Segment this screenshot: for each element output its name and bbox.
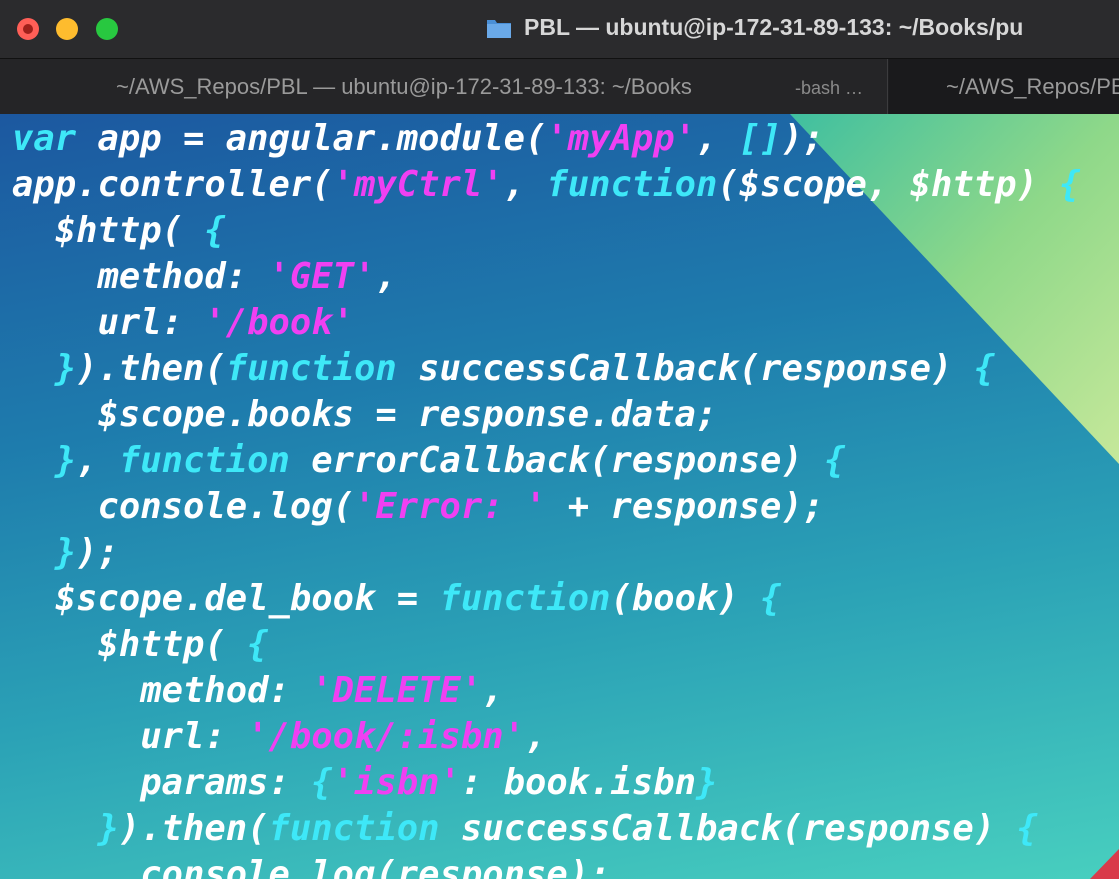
code-token: function [225, 348, 397, 389]
tab-bar: ~/AWS_Repos/PBL — ubuntu@ip-172-31-89-13… [0, 58, 1119, 115]
code-line: }).then(function successCallback(respons… [12, 806, 1081, 852]
code-token: ); [781, 118, 825, 159]
code-token: function [118, 440, 290, 481]
code-line: }); [12, 530, 1081, 576]
code-line: console.log('Error: ' + response); [12, 484, 1081, 530]
code-line: app.controller('myCtrl', function($scope… [12, 162, 1081, 208]
code-token: { [824, 440, 846, 481]
tab-pbl[interactable]: ~/AWS_Repos/PBL [889, 59, 1119, 115]
code-token: ).then( [118, 808, 269, 849]
title-bar: PBL — ubuntu@ip-172-31-89-133: ~/Books/p… [0, 0, 1119, 58]
tab-pbl-ubuntu[interactable]: ~/AWS_Repos/PBL — ubuntu@ip-172-31-89-13… [0, 59, 888, 115]
tab-label: ~/AWS_Repos/PBL — ubuntu@ip-172-31-89-13… [116, 74, 692, 99]
code-token: 'DELETE' [311, 670, 483, 711]
window-title: PBL — ubuntu@ip-172-31-89-133: ~/Books/p… [524, 14, 1024, 40]
code-token: 'isbn' [332, 762, 461, 803]
code-token: console.log(response); [12, 854, 611, 879]
code-token: } [54, 532, 77, 573]
code-listing: var app = angular.module('myApp', []); ap… [12, 116, 1081, 879]
code-line: }, function errorCallback(response) { [12, 438, 1081, 484]
code-token: { [1059, 164, 1081, 205]
code-token: , [76, 440, 119, 481]
code-token: , [524, 716, 547, 757]
code-token: { [311, 762, 333, 803]
code-token: successCallback(response) [439, 808, 1017, 849]
code-token: ($scope, $http) [717, 164, 1060, 205]
code-token: { [973, 348, 996, 389]
code-token: (book) [610, 578, 761, 619]
code-token: 'myCtrl' [332, 164, 504, 205]
code-token: } [97, 808, 119, 849]
code-line: $http( { [12, 208, 1081, 254]
code-token: , [695, 118, 739, 159]
code-token: { [760, 578, 782, 619]
code-token: { [1016, 808, 1038, 849]
code-token: $scope.books = response.data; [12, 394, 718, 435]
code-line: $scope.books = response.data; [12, 392, 1081, 438]
minimize-button[interactable] [56, 18, 78, 40]
tab-label: ~/AWS_Repos/PBL [946, 74, 1119, 99]
code-line: }).then(function successCallback(respons… [12, 346, 1081, 392]
code-token: url: [12, 302, 205, 343]
terminal-content[interactable]: var app = angular.module('myApp', []); ap… [0, 114, 1119, 879]
code-token: { [247, 624, 269, 665]
code-token: 'GET' [268, 256, 376, 297]
code-token: } [54, 440, 77, 481]
code-token: } [695, 762, 718, 803]
code-token: function [268, 808, 440, 849]
code-token: '/book/:isbn' [247, 716, 525, 757]
code-token: 'myApp' [546, 118, 696, 159]
code-token: + response); [546, 486, 825, 527]
code-token: : book.isbn [460, 762, 696, 803]
code-token: params: [12, 762, 312, 803]
code-line: method: 'GET', [12, 254, 1081, 300]
code-token: } [54, 348, 77, 389]
code-token: , [375, 256, 397, 297]
code-token: method: [12, 256, 269, 297]
code-token: app = angular.module( [76, 118, 547, 159]
code-line: $http( { [12, 622, 1081, 668]
code-token: url: [12, 716, 248, 757]
code-token: ).then( [76, 348, 226, 389]
code-token: app.controller( [12, 164, 333, 205]
code-token: $http( [12, 210, 205, 251]
code-token: successCallback(response) [396, 348, 974, 389]
code-line: var app = angular.module('myApp', []); [12, 116, 1081, 162]
code-line: url: '/book/:isbn', [12, 714, 1081, 760]
code-token: , [482, 670, 504, 711]
code-token: $scope.del_book = [12, 578, 440, 619]
code-token: function [439, 578, 611, 619]
close-button[interactable] [17, 18, 39, 40]
code-line: console.log(response); [12, 852, 1081, 879]
code-token: '/book' [204, 302, 354, 343]
folder-icon [487, 20, 511, 38]
code-token: console.log( [12, 486, 354, 527]
code-line: method: 'DELETE', [12, 668, 1081, 714]
code-token: var [12, 118, 77, 159]
code-token: 'Error: ' [353, 486, 547, 527]
code-token: [] [738, 118, 782, 159]
code-line: params: {'isbn': book.isbn} [12, 760, 1081, 806]
code-token: , [503, 164, 547, 205]
zoom-button[interactable] [96, 18, 118, 40]
code-token: function [546, 164, 718, 205]
tab-process-label: -bash … [795, 78, 864, 98]
code-token: errorCallback(response) [289, 440, 825, 481]
code-token: method: [12, 670, 312, 711]
code-token: { [204, 210, 226, 251]
code-line: $scope.del_book = function(book) { [12, 576, 1081, 622]
terminal-window: PBL — ubuntu@ip-172-31-89-133: ~/Books/p… [0, 0, 1119, 879]
code-token: $http( [12, 624, 248, 665]
code-line: url: '/book' [12, 300, 1081, 346]
code-token: ); [76, 532, 119, 573]
